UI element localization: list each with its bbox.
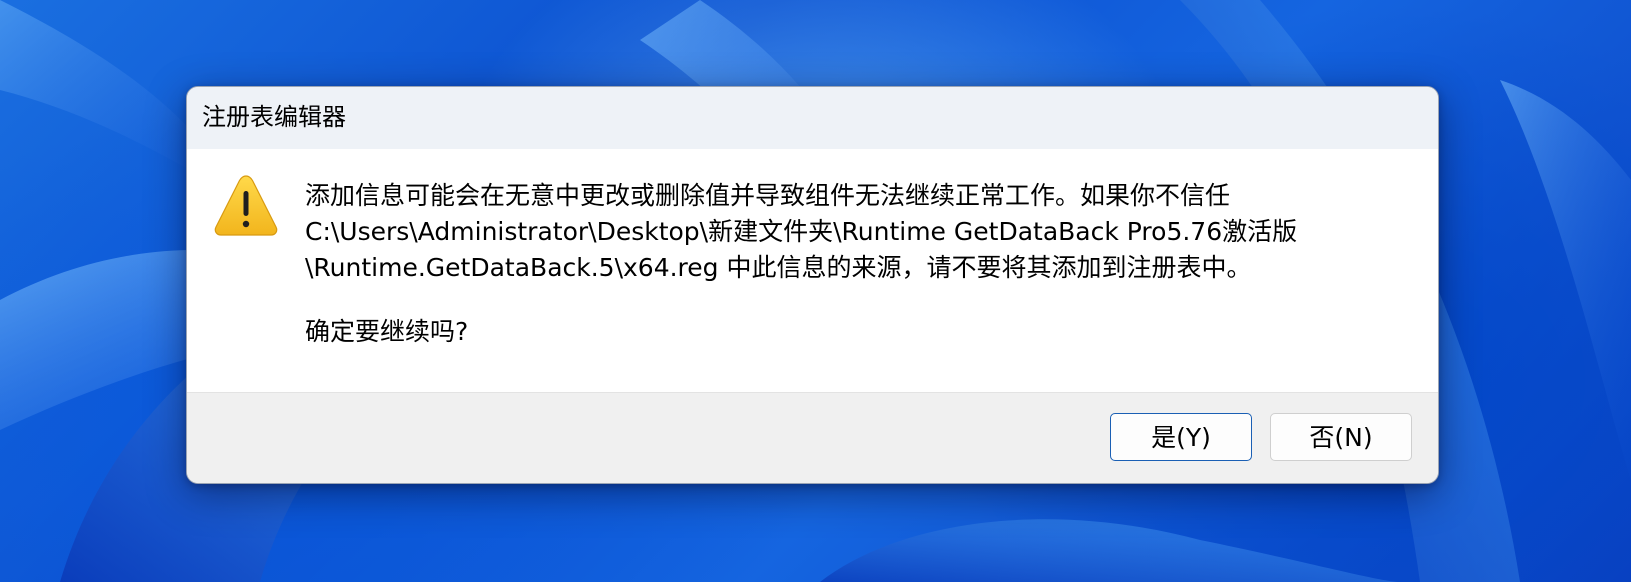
message-line: 添加信息可能会在无意中更改或删除值并导致组件无法继续正常工作。如果你不信任 <box>305 181 1231 210</box>
button-bar: 是(Y) 否(N) <box>187 392 1438 483</box>
message-line: C:\Users\Administrator\Desktop\新建文件夹\Run… <box>305 217 1298 246</box>
registry-editor-dialog: 注册表编辑器 添加信息可能会在无意中更改或删除值并导致组件无法继续正常工作。如果… <box>186 86 1439 484</box>
no-button[interactable]: 否(N) <box>1270 413 1412 461</box>
warning-message: 添加信息可能会在无意中更改或删除值并导致组件无法继续正常工作。如果你不信任 C:… <box>305 178 1415 286</box>
dialog-title: 注册表编辑器 <box>202 103 346 131</box>
confirm-question: 确定要继续吗? <box>305 317 469 346</box>
title-bar: 注册表编辑器 <box>187 87 1438 149</box>
yes-button[interactable]: 是(Y) <box>1110 413 1252 461</box>
dialog-content: 添加信息可能会在无意中更改或删除值并导致组件无法继续正常工作。如果你不信任 C:… <box>187 149 1438 392</box>
warning-icon <box>213 173 279 237</box>
message-line: \Runtime.GetDataBack.5\x64.reg 中此信息的来源，请… <box>305 253 1252 282</box>
